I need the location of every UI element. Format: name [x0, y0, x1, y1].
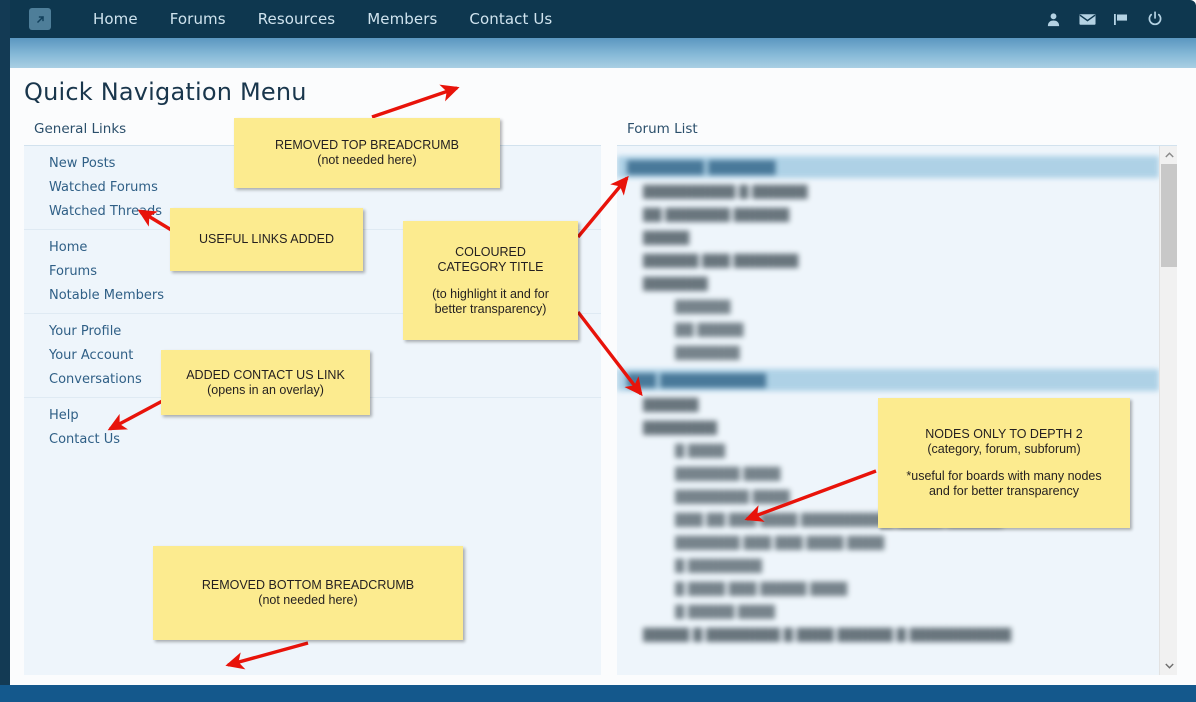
forum-category-label: ████████ ███████ — [627, 159, 776, 175]
note-title: USEFUL LINKS ADDED — [199, 232, 334, 246]
envelope-icon[interactable] — [1070, 0, 1104, 38]
user-icon[interactable] — [1036, 0, 1070, 38]
note-coloured-category-title: COLOURED CATEGORY TITLE (to highlight it… — [403, 221, 578, 340]
window-left-border — [0, 0, 10, 702]
forum-item[interactable]: █████ — [617, 227, 1159, 250]
power-icon[interactable] — [1138, 0, 1172, 38]
header-gradient-strip — [10, 38, 1196, 68]
forum-item[interactable]: ██████████ █ ██████ — [617, 181, 1159, 204]
note-useful-links-added: USEFUL LINKS ADDED — [170, 208, 363, 271]
arrow-up-right-box-icon[interactable] — [29, 8, 51, 30]
page-title: Quick Navigation Menu — [24, 78, 307, 106]
forum-list-scrollbar[interactable] — [1159, 146, 1177, 675]
note-title-2: CATEGORY TITLE — [437, 259, 544, 274]
scrollbar-thumb[interactable] — [1161, 164, 1177, 267]
note-removed-top-breadcrumb: REMOVED TOP BREADCRUMB (not needed here) — [234, 118, 500, 188]
forum-subforum-item[interactable]: █ ████████ — [617, 555, 1159, 578]
nav-link-forums[interactable]: Forums — [154, 0, 242, 38]
forum-subforum-item[interactable]: ██ █████ — [617, 319, 1159, 342]
forum-subforum-item[interactable]: ███████ ███ ███ ████ ████ — [617, 532, 1159, 555]
scroll-down-arrow-icon[interactable] — [1160, 657, 1177, 675]
forum-item[interactable]: ██████ ███ ███████ — [617, 250, 1159, 273]
nav-icon-group — [1036, 0, 1196, 38]
note-subtitle: (opens in an overlay) — [207, 382, 324, 397]
nav-link-contact-us[interactable]: Contact Us — [453, 0, 568, 38]
note-title: NODES ONLY TO DEPTH 2 — [925, 427, 1083, 441]
note-subtitle: (to highlight it and for — [432, 286, 549, 301]
note-title: ADDED CONTACT US LINK — [186, 367, 345, 382]
nav-link-members[interactable]: Members — [351, 0, 453, 38]
forum-category-bar[interactable]: ███ ███████████ — [617, 369, 1159, 391]
note-title: REMOVED BOTTOM BREADCRUMB — [201, 578, 415, 592]
note-added-contact-us-link: ADDED CONTACT US LINK (opens in an overl… — [161, 350, 370, 415]
note-subtitle: (category, forum, subforum) — [927, 442, 1081, 456]
note-subtitle: (not needed here) — [317, 153, 417, 167]
window-bottom-bar-inner — [10, 685, 1196, 702]
forum-item[interactable]: █████ █ ████████ █ ████ ██████ █ ███████… — [617, 624, 1159, 647]
screenshot-root: Home Forums Resources Members Contact Us… — [0, 0, 1196, 702]
note-title: REMOVED TOP BREADCRUMB — [274, 138, 460, 152]
note-subtitle: (not needed here) — [258, 593, 358, 607]
note-title: COLOURED — [455, 244, 526, 259]
forum-item[interactable]: ███████ — [617, 273, 1159, 296]
forum-category-bar[interactable]: ████████ ███████ — [617, 156, 1159, 178]
top-navigation-bar: Home Forums Resources Members Contact Us — [10, 0, 1196, 38]
forum-subforum-item[interactable]: █ █████ ████ — [617, 601, 1159, 624]
note-subtitle-2: better transparency) — [434, 301, 547, 316]
nav-links: Home Forums Resources Members Contact Us — [77, 0, 568, 38]
flag-icon[interactable] — [1104, 0, 1138, 38]
sidebar-item-contact-us[interactable]: Contact Us — [24, 428, 601, 452]
note-removed-bottom-breadcrumb: REMOVED BOTTOM BREADCRUMB (not needed he… — [153, 546, 463, 640]
nav-link-home[interactable]: Home — [77, 0, 154, 38]
nav-link-resources[interactable]: Resources — [242, 0, 352, 38]
forum-list-heading: Forum List — [627, 121, 698, 137]
scroll-up-arrow-icon[interactable] — [1160, 146, 1177, 164]
forum-subforum-item[interactable]: █ ████ ███ █████ ████ — [617, 578, 1159, 601]
forum-category-label: ███ ███████████ — [627, 372, 766, 388]
forum-subforum-item[interactable]: ███████ — [617, 342, 1159, 365]
forum-subforum-item[interactable]: ██████ — [617, 296, 1159, 319]
note-nodes-only-to-depth-2: NODES ONLY TO DEPTH 2 (category, forum, … — [878, 398, 1130, 528]
note-subtitle-2: *useful for boards with many nodes — [906, 469, 1102, 483]
note-subtitle-3: and for better transparency — [928, 484, 1080, 498]
forum-item[interactable]: ██ ███████ ██████ — [617, 204, 1159, 227]
